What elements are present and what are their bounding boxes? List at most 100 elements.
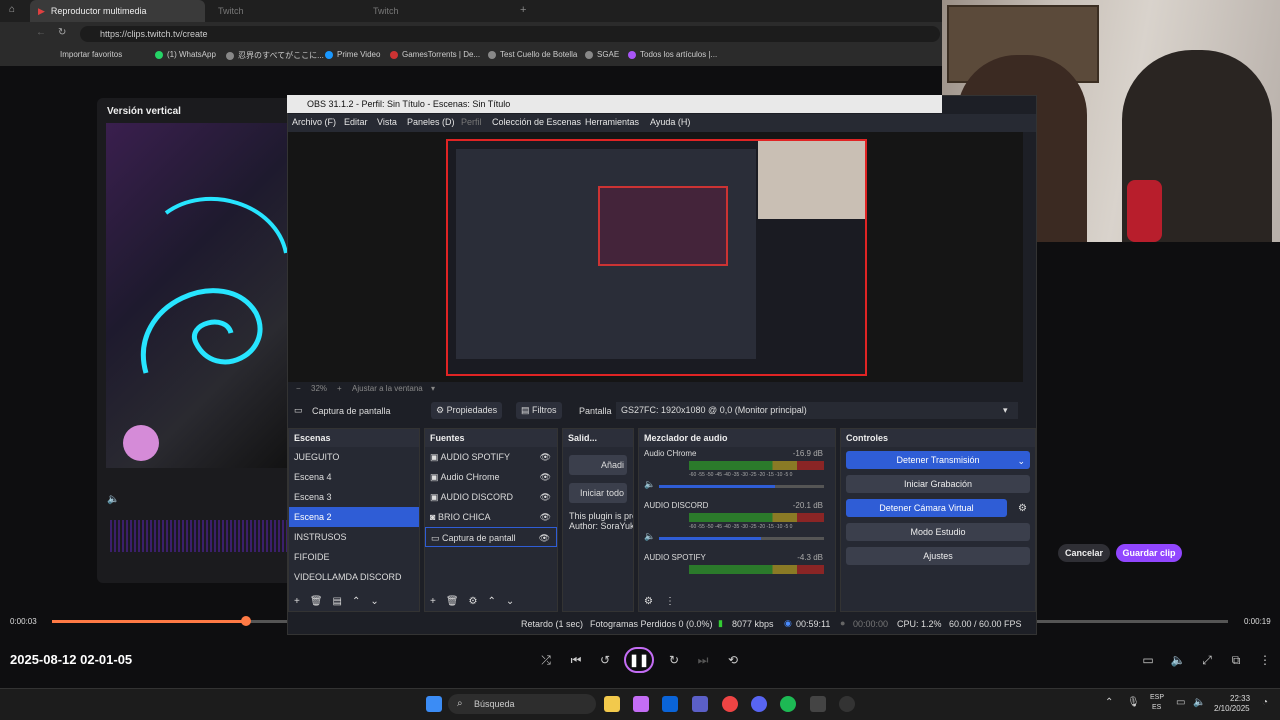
obs-app-icon[interactable] — [810, 696, 826, 712]
source-item-selected[interactable]: ▭ Captura de pantall 👁 — [425, 527, 557, 547]
eye-icon[interactable]: 👁 — [540, 467, 551, 487]
language-top[interactable]: ESP — [1150, 694, 1164, 701]
eye-icon[interactable]: 👁 — [540, 487, 551, 507]
cancel-button[interactable]: Cancelar — [1058, 544, 1110, 562]
zoom-in-icon[interactable]: + — [337, 384, 342, 393]
subtitles-icon[interactable]: ▭ — [1140, 653, 1156, 667]
move-up-icon[interactable]: ⌃ — [488, 596, 496, 607]
chrome-icon[interactable] — [722, 696, 738, 712]
bookmark-item[interactable]: GamesTorrents | De... — [390, 50, 480, 59]
clock-time[interactable]: 22:33 — [1230, 694, 1250, 703]
add-output-button[interactable]: Añadi — [569, 455, 627, 475]
properties-button[interactable]: ⚙ Propiedades — [431, 402, 503, 419]
bookmark-item[interactable]: Importar favoritos — [60, 50, 122, 59]
bookmark-item[interactable]: SGAE — [585, 50, 619, 59]
move-up-icon[interactable]: ⌃ — [352, 596, 360, 607]
pause-button[interactable]: ❚❚ — [624, 647, 654, 673]
volume-slider[interactable] — [659, 537, 824, 540]
eye-icon[interactable]: 👁 — [540, 447, 551, 467]
clock-date[interactable]: 2/10/2025 — [1214, 704, 1250, 713]
volume-icon[interactable]: 🔈 — [107, 494, 119, 505]
add-icon[interactable]: + — [430, 596, 436, 607]
shuffle-icon[interactable]: ⤮ — [538, 653, 554, 667]
move-down-icon[interactable]: ⌄ — [506, 596, 514, 607]
scene-item[interactable]: Escena 4 — [289, 467, 419, 487]
reload-icon[interactable]: ↻ — [58, 27, 66, 38]
menu-archivo[interactable]: Archivo (F) — [292, 117, 336, 127]
scene-item[interactable]: Escena 3 — [289, 487, 419, 507]
start-all-button[interactable]: Iniciar todo — [569, 483, 627, 503]
stop-virtual-camera-button[interactable]: Detener Cámara Virtual — [846, 499, 1007, 517]
bookmark-item[interactable]: Test Cuello de Botella — [488, 50, 577, 59]
network-icon[interactable]: ▭ — [1176, 697, 1185, 708]
scene-item[interactable]: FIFOIDE — [289, 547, 419, 567]
trash-icon[interactable]: 🗑 — [310, 596, 323, 607]
chevron-down-icon[interactable]: ⌄ — [1017, 456, 1025, 467]
scene-capture-preview[interactable] — [446, 139, 867, 376]
url-input[interactable]: https://clips.twitch.tv/create — [80, 26, 940, 42]
move-down-icon[interactable]: ⌄ — [370, 596, 378, 607]
bookmark-item[interactable]: (1) WhatsApp — [155, 50, 216, 59]
previous-icon[interactable]: ⏮ — [568, 653, 584, 667]
settings-button[interactable]: Ajustes — [846, 547, 1030, 565]
volume-slider[interactable] — [659, 485, 824, 488]
spotify-icon[interactable] — [780, 696, 796, 712]
volume-icon[interactable]: 🔈 — [1170, 653, 1186, 667]
speaker-icon[interactable]: 🔈 — [644, 479, 655, 490]
eye-icon[interactable]: 👁 — [539, 528, 550, 548]
scene-item[interactable]: VIDEOLLAMDA DISCORD — [289, 567, 419, 587]
bookmark-item[interactable]: Todos los artículos |... — [628, 50, 717, 59]
more-icon[interactable]: ⋮ — [665, 596, 675, 607]
file-explorer-icon[interactable] — [604, 696, 620, 712]
menu-herramientas[interactable]: Herramientas — [585, 117, 639, 127]
language-bottom[interactable]: ES — [1152, 704, 1161, 711]
tab-twitch-2[interactable]: Twitch — [365, 0, 515, 22]
tab-media-player[interactable]: ▶ Reproductor multimedia — [30, 0, 205, 22]
tab-twitch-1[interactable]: Twitch — [210, 0, 360, 22]
source-item[interactable]: ▣ AUDIO SPOTIFY 👁 — [425, 447, 557, 467]
start-recording-button[interactable]: Iniciar Grabación — [846, 475, 1030, 493]
home-icon[interactable]: ⌂ — [9, 4, 15, 15]
menu-paneles[interactable]: Paneles (D) — [407, 117, 455, 127]
fullscreen-icon[interactable]: ⤢ — [1199, 653, 1215, 667]
rewind-10-icon[interactable]: ↺ — [597, 653, 613, 667]
source-item[interactable]: ▣ Audio CHrome 👁 — [425, 467, 557, 487]
teams-icon[interactable] — [692, 696, 708, 712]
taskbar-search[interactable]: Búsqueda — [448, 694, 596, 714]
more-icon[interactable]: ⋮ — [1257, 653, 1273, 667]
new-tab-icon[interactable]: + — [520, 4, 526, 16]
gear-icon[interactable]: ⚙ — [469, 596, 478, 607]
menu-editar[interactable]: Editar — [344, 117, 368, 127]
chevron-up-icon[interactable]: ⌃ — [1105, 697, 1113, 708]
miniplayer-icon[interactable]: ⧉ — [1228, 653, 1244, 667]
add-icon[interactable]: + — [294, 596, 300, 607]
menu-perfil[interactable]: Perfil — [461, 117, 482, 127]
studio-mode-button[interactable]: Modo Estudio — [846, 523, 1030, 541]
trash-icon[interactable]: 🗑 — [446, 596, 459, 607]
save-clip-button[interactable]: Guardar clip — [1116, 544, 1182, 562]
menu-ayuda[interactable]: Ayuda (H) — [650, 117, 690, 127]
windows-start-icon[interactable] — [426, 696, 442, 712]
outlook-icon[interactable] — [662, 696, 678, 712]
media-player-icon[interactable] — [839, 696, 855, 712]
zoom-out-icon[interactable]: − — [296, 384, 301, 393]
menu-coleccion[interactable]: Colección de Escenas — [492, 117, 581, 127]
stop-streaming-button[interactable]: Detener Transmisión — [846, 451, 1030, 469]
filters-button[interactable]: ▤ Filtros — [516, 402, 562, 419]
source-item[interactable]: ▣ AUDIO DISCORD 👁 — [425, 487, 557, 507]
speaker-icon[interactable]: 🔈 — [644, 531, 655, 542]
gear-icon[interactable]: ⚙ — [1018, 503, 1027, 514]
screen-select[interactable]: GS27FC: 1920x1080 @ 0,0 (Monitor princip… — [616, 402, 1018, 419]
scene-item[interactable]: JUEGUITO — [289, 447, 419, 467]
bookmark-item[interactable]: Prime Video — [325, 50, 380, 59]
chevron-down-icon[interactable]: ▾ — [1003, 405, 1008, 416]
scene-item[interactable]: INSTRUSOS — [289, 527, 419, 547]
eye-icon[interactable]: 👁 — [540, 507, 551, 527]
discord-icon[interactable] — [751, 696, 767, 712]
chevron-down-icon[interactable]: ▾ — [431, 384, 435, 393]
microphone-icon[interactable]: 🎙 — [1127, 697, 1140, 708]
scene-item-selected[interactable]: Escena 2 — [289, 507, 419, 527]
notifications-icon[interactable]: ◔ — [1262, 697, 1268, 708]
zoom-fit-select[interactable]: Ajustar a la ventana — [352, 384, 423, 393]
next-icon[interactable]: ⏭ — [695, 653, 711, 667]
